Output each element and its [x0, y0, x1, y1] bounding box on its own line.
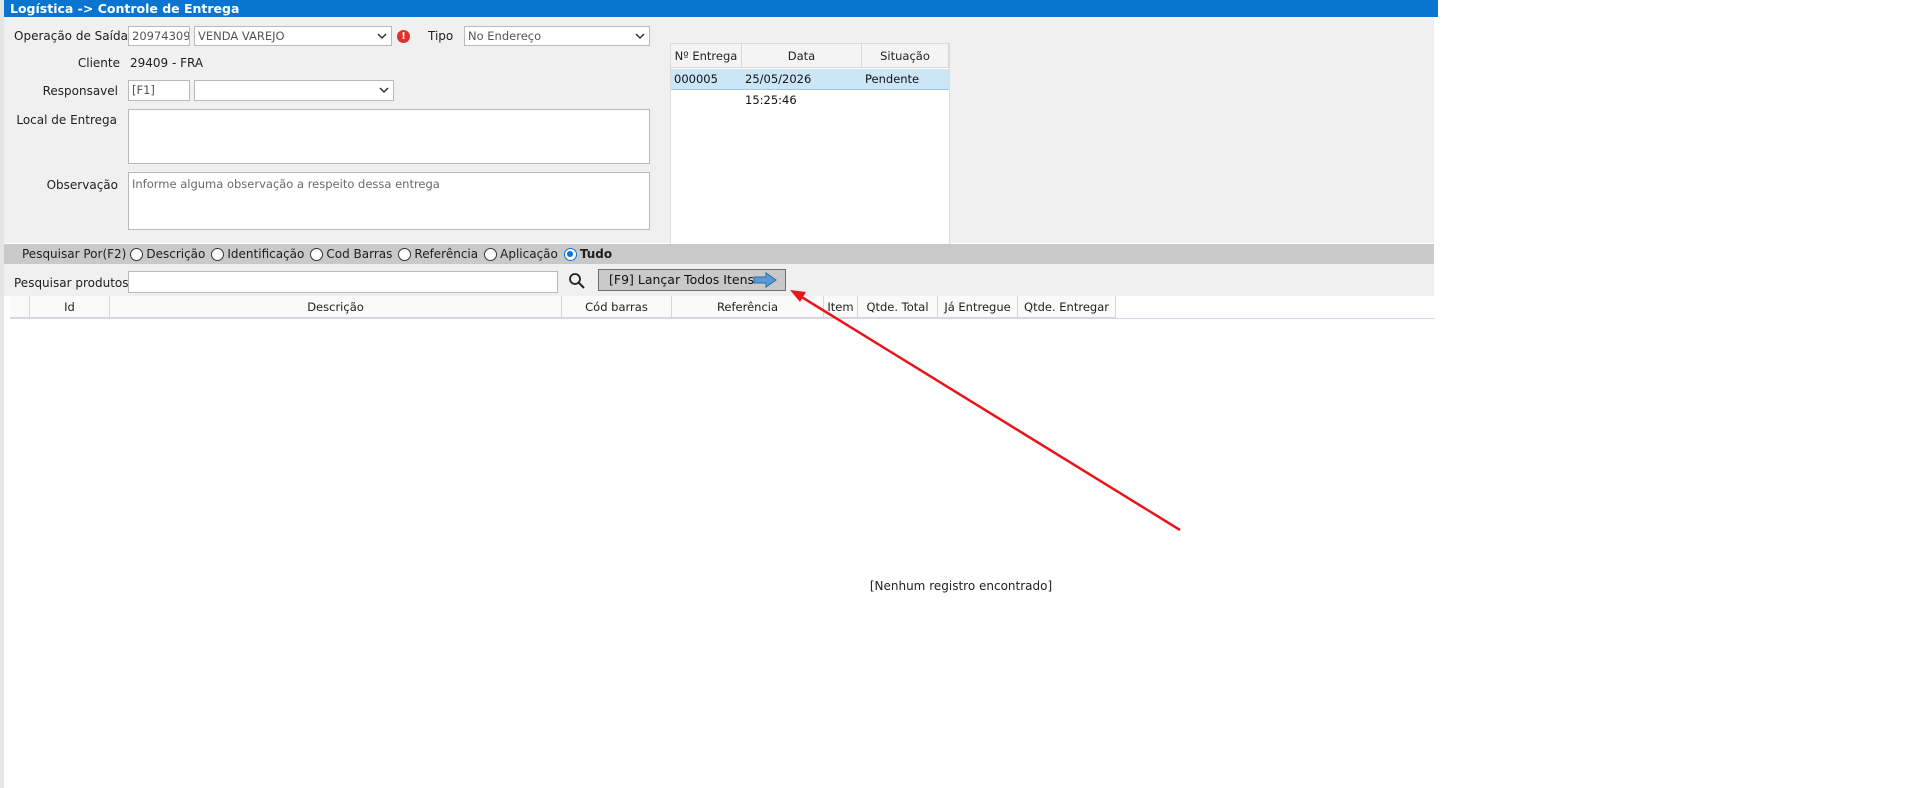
- radio-button[interactable]: [310, 247, 324, 261]
- radio-button[interactable]: [398, 247, 412, 261]
- radio-label: Descrição: [146, 247, 206, 261]
- entrega-situacao-cell: Pendente: [865, 72, 920, 86]
- header-divider: [10, 318, 1434, 319]
- entrega-data-cell: 25/05/2026 15:25:46: [745, 72, 812, 107]
- col-qtde-entregar[interactable]: Qtde. Entregar: [1018, 296, 1116, 318]
- col-ja-entregue[interactable]: Já Entregue: [938, 296, 1018, 318]
- radio-descricao[interactable]: Descrição: [130, 247, 205, 261]
- responsavel-code-field[interactable]: [F1]: [128, 80, 190, 101]
- radio-referencia[interactable]: Referência: [398, 247, 478, 261]
- chevron-down-icon[interactable]: [631, 27, 649, 45]
- arrow-right-icon: [753, 272, 777, 294]
- responsavel-label: Responsavel: [42, 84, 118, 98]
- search-by-group: Pesquisar Por(F2) Descrição Identificaçã…: [22, 246, 618, 262]
- entregas-grid: Nº Entrega Data Situação 000005 25/05/20…: [670, 43, 950, 245]
- radio-label: Cod Barras: [326, 247, 393, 261]
- radio-button[interactable]: [130, 247, 144, 261]
- operacao-select-value: VENDA VAREJO: [198, 29, 285, 43]
- row-indicator-col: [10, 296, 30, 318]
- cliente-label: Cliente: [77, 56, 120, 70]
- operacao-label: Operação de Saída: [14, 29, 128, 43]
- radio-label: Identificação: [227, 247, 305, 261]
- search-icon[interactable]: [568, 272, 586, 293]
- radio-button[interactable]: [484, 247, 498, 261]
- window-title: Logística -> Controle de Entrega: [4, 0, 1438, 17]
- radio-button[interactable]: [211, 247, 225, 261]
- error-icon: !: [397, 30, 410, 43]
- tipo-select[interactable]: No Endereço: [464, 26, 650, 46]
- search-products-input[interactable]: [128, 271, 558, 293]
- radio-button-selected[interactable]: [563, 247, 577, 261]
- entrega-numero-cell: 000005: [674, 72, 718, 86]
- entregas-col-situacao[interactable]: Situação: [862, 44, 949, 68]
- local-label: Local de Entrega: [16, 113, 117, 127]
- radio-tudo[interactable]: Tudo: [563, 247, 613, 261]
- col-id[interactable]: Id: [30, 296, 110, 318]
- col-descricao[interactable]: Descrição: [110, 296, 562, 318]
- empty-message: [Nenhum registro encontrado]: [869, 579, 1053, 593]
- col-item[interactable]: Item: [824, 296, 858, 318]
- cliente-value: 29409 - FRA: [130, 56, 204, 70]
- col-cod-barras[interactable]: Cód barras: [562, 296, 672, 318]
- observacao-label: Observação: [46, 178, 118, 192]
- entrega-form: Operação de Saída 209743096 VENDA VAREJO…: [4, 17, 1434, 245]
- radio-aplicacao[interactable]: Aplicação: [484, 247, 558, 261]
- tipo-select-value: No Endereço: [468, 29, 542, 43]
- search-products-label: Pesquisar produtos:: [14, 276, 133, 290]
- col-referencia[interactable]: Referência: [672, 296, 824, 318]
- launch-button-label: [F9] Lançar Todos Itens: [609, 272, 755, 287]
- chevron-down-icon[interactable]: [373, 27, 391, 45]
- app-window: Logística -> Controle de Entrega Operaçã…: [0, 0, 1438, 788]
- tipo-label: Tipo: [428, 29, 454, 43]
- entregas-col-data[interactable]: Data: [742, 44, 862, 68]
- entregas-col-numero[interactable]: Nº Entrega: [671, 44, 742, 68]
- search-by-label: Pesquisar Por(F2): [22, 247, 127, 261]
- radio-label: Aplicação: [500, 247, 558, 261]
- chevron-down-icon[interactable]: [375, 81, 393, 100]
- launch-all-items-button[interactable]: [F9] Lançar Todos Itens: [598, 269, 786, 291]
- responsavel-select[interactable]: [194, 80, 394, 101]
- radio-label: Tudo: [579, 247, 613, 261]
- radio-label: Referência: [414, 247, 479, 261]
- operacao-select[interactable]: VENDA VAREJO: [194, 26, 392, 46]
- observacao-textarea[interactable]: Informe alguma observação a respeito des…: [128, 172, 650, 230]
- col-qtde-total[interactable]: Qtde. Total: [858, 296, 938, 318]
- operacao-code-field[interactable]: 209743096: [128, 26, 190, 46]
- radio-cod-barras[interactable]: Cod Barras: [310, 247, 392, 261]
- local-entrega-textarea[interactable]: [128, 109, 650, 164]
- radio-identificacao[interactable]: Identificação: [211, 247, 304, 261]
